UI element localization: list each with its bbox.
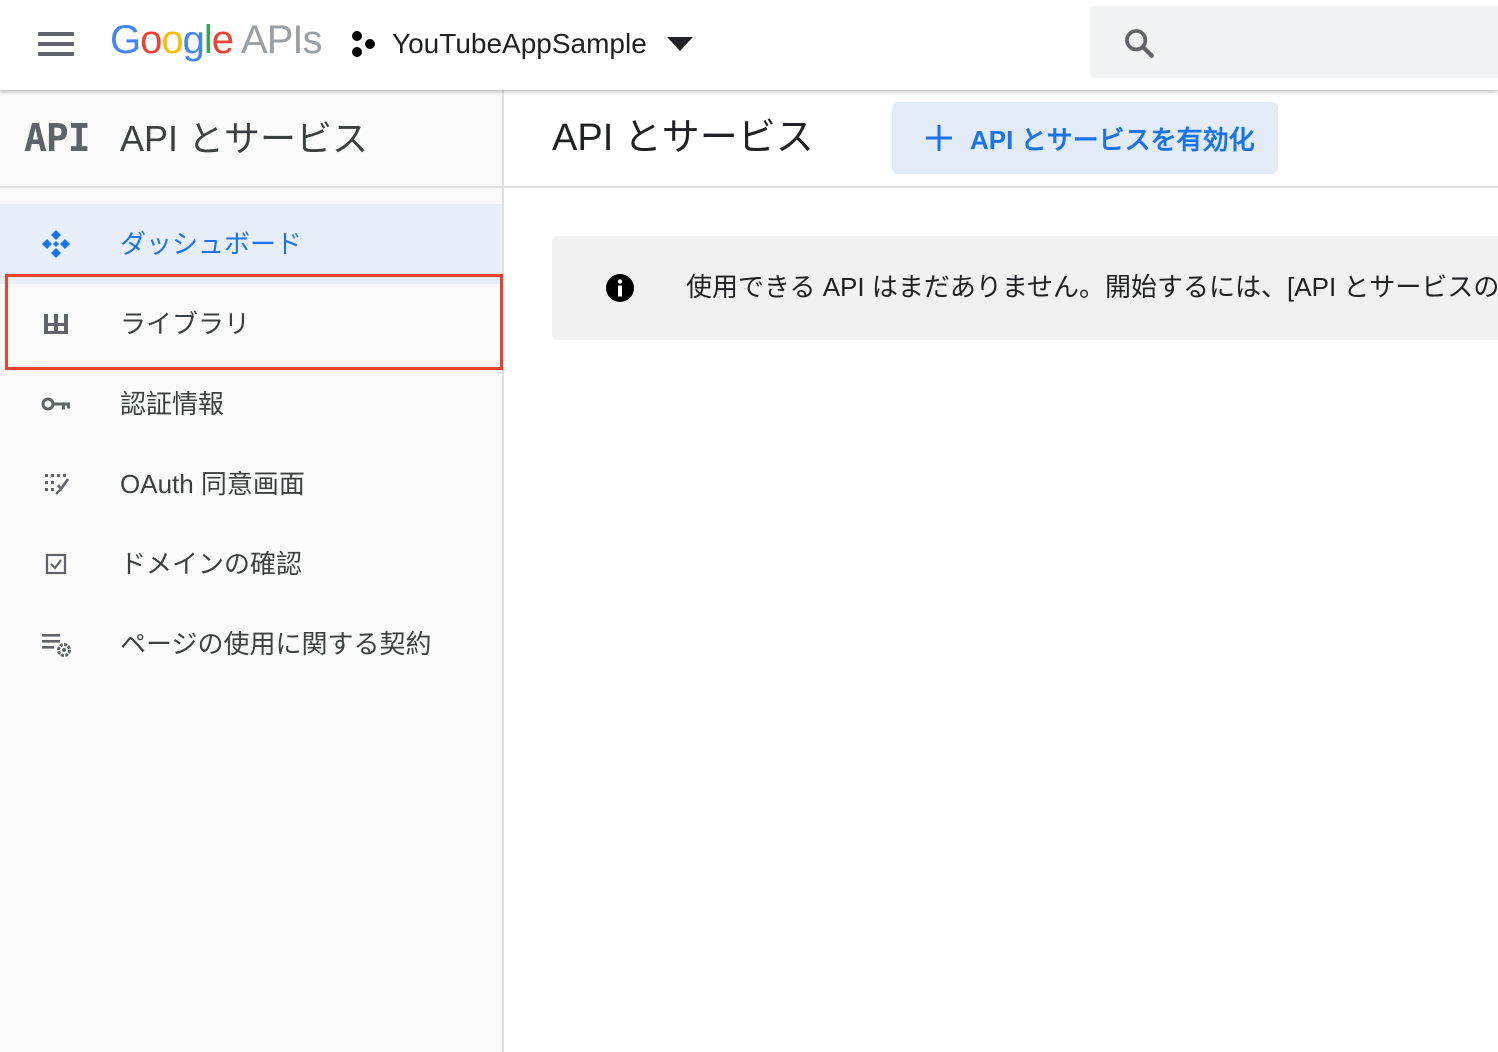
dashboard-icon	[42, 230, 70, 258]
info-icon	[606, 274, 634, 302]
caret-down-icon	[666, 37, 693, 51]
main-header: API とサービス API とサービスを有効化	[504, 90, 1498, 188]
top-app-bar: Google APIs YouTubeAppSample	[0, 0, 1498, 90]
search-input[interactable]	[1176, 22, 1480, 64]
sidebar-item-label: ライブラリ	[120, 309, 251, 339]
sidebar: API API とサービス ダッシュボード ライブラリ 認証情報 OAuth 同…	[0, 90, 504, 1052]
sidebar-item-label: OAuth 同意画面	[120, 469, 305, 499]
sidebar-item-page-usage-agreements[interactable]: ページの使用に関する契約	[0, 604, 502, 684]
google-apis-logo[interactable]: Google APIs	[110, 16, 323, 64]
project-name: YouTubeAppSample	[392, 28, 647, 59]
key-icon	[41, 397, 70, 411]
enable-apis-button[interactable]: API とサービスを有効化	[892, 102, 1278, 174]
sidebar-item-oauth-consent[interactable]: OAuth 同意画面	[0, 444, 502, 524]
sidebar-header: API API とサービス	[0, 90, 502, 188]
checkbox-icon	[45, 553, 67, 575]
notice-text: 使用できる API はまだありません。開始するには、[API とサービスの有効化…	[686, 272, 1498, 302]
settings-list-icon	[42, 634, 71, 657]
oauth-consent-icon	[45, 474, 70, 495]
sidebar-item-library[interactable]: ライブラリ	[0, 284, 502, 364]
sidebar-nav: ダッシュボード ライブラリ 認証情報 OAuth 同意画面 ドメインの確認 ペー…	[0, 204, 502, 684]
search-box[interactable]	[1090, 6, 1498, 78]
plus-icon	[926, 125, 952, 151]
sidebar-item-label: ページの使用に関する契約	[120, 629, 432, 659]
info-notice: 使用できる API はまだありません。開始するには、[API とサービスの有効化…	[552, 236, 1498, 340]
search-icon[interactable]	[1122, 26, 1156, 60]
project-icon	[352, 31, 375, 57]
google-wordmark: Google	[110, 18, 234, 62]
api-badge-icon: API	[24, 116, 91, 160]
library-icon	[44, 314, 68, 334]
sidebar-item-label: ドメインの確認	[120, 549, 303, 579]
sidebar-item-domain-verification[interactable]: ドメインの確認	[0, 524, 502, 604]
hamburger-menu-icon[interactable]	[28, 22, 84, 66]
enable-apis-button-label: API とサービスを有効化	[970, 124, 1255, 155]
sidebar-item-label: 認証情報	[120, 389, 225, 419]
project-selector[interactable]: YouTubeAppSample	[348, 20, 693, 68]
sidebar-title: API とサービス	[120, 118, 369, 159]
sidebar-item-credentials[interactable]: 認証情報	[0, 364, 502, 444]
sidebar-item-dashboard[interactable]: ダッシュボード	[0, 204, 502, 284]
apis-wordmark: APIs	[241, 18, 322, 62]
sidebar-item-label: ダッシュボード	[120, 229, 303, 259]
page-title: API とサービス	[552, 117, 814, 159]
